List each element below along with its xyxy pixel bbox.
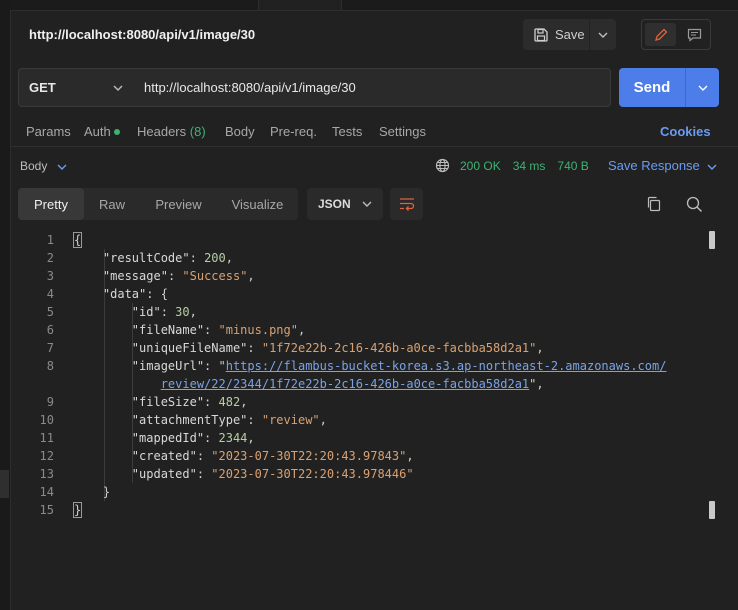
code-line: 5 "id": 30, (46, 305, 197, 319)
chevron-down-icon (707, 164, 717, 170)
tab-auth-label: Auth (84, 124, 111, 139)
wrap-lines-icon (399, 198, 414, 211)
code-line: 13 "updated": "2023-07-30T22:20:43.97844… (39, 467, 414, 481)
save-options-dropdown[interactable] (590, 32, 616, 38)
response-status: 200 OK 34 ms 740 B (435, 158, 589, 173)
code-line: 8 "imageUrl": "https://flambus-bucket-ko… (46, 359, 667, 373)
tab-visualize[interactable]: Visualize (217, 188, 298, 220)
edit-mode-button[interactable] (645, 23, 676, 46)
chevron-down-icon (698, 85, 707, 91)
auth-status-dot (113, 129, 120, 135)
code-line: 10 "attachmentType": "review", (39, 413, 327, 427)
globe-icon[interactable] (435, 158, 450, 173)
code-line: review/22/2344/1f72e22b-2c16-426b-a0ce-f… (160, 377, 544, 391)
comment-icon (687, 28, 702, 42)
tab-pretty[interactable]: Pretty (18, 188, 84, 220)
tab-settings[interactable]: Settings (379, 124, 426, 139)
request-tabs: Params Auth Headers (8) Body Pre-req. Te… (26, 124, 738, 140)
save-button[interactable]: Save (523, 19, 616, 50)
send-button[interactable]: Send (619, 68, 719, 107)
image-url-link[interactable]: https://flambus-bucket-korea.s3.ap-north… (226, 359, 667, 373)
code-line: 15} (39, 502, 83, 518)
method-value: GET (29, 80, 56, 95)
response-body-code[interactable]: 1{ 2 "resultCode": 200, 3 "message": "Su… (18, 231, 708, 519)
tab-prereq[interactable]: Pre-req. (270, 124, 317, 139)
active-tab[interactable] (258, 0, 342, 10)
chevron-down-icon (362, 201, 372, 207)
mode-toggle-group (641, 19, 711, 50)
format-select[interactable]: JSON (307, 188, 383, 220)
search-icon[interactable] (686, 196, 703, 216)
chevron-down-icon (113, 85, 123, 91)
copy-icon[interactable] (646, 196, 662, 215)
method-select[interactable]: GET (18, 68, 134, 107)
request-title: http://localhost:8080/api/v1/image/30 (29, 27, 256, 42)
code-line: 4 "data": { (46, 287, 168, 301)
code-line: 9 "fileSize": 482, (46, 395, 248, 409)
response-time[interactable]: 34 ms (513, 159, 546, 173)
send-options-dropdown[interactable] (686, 68, 719, 107)
left-sidebar-edge (0, 0, 11, 610)
save-response-button[interactable]: Save Response (608, 158, 717, 173)
code-line: 11 "mappedId": 2344, (39, 431, 255, 445)
tab-auth[interactable]: Auth (84, 124, 120, 139)
tab-tests[interactable]: Tests (332, 124, 362, 139)
response-size[interactable]: 740 B (557, 159, 588, 173)
status-code[interactable]: 200 OK (460, 159, 501, 173)
code-line: 14 } (39, 485, 111, 499)
save-response-label: Save Response (608, 158, 700, 173)
response-body-select[interactable]: Body (20, 159, 67, 173)
floppy-icon (534, 27, 548, 42)
code-line: 1{ (46, 232, 83, 248)
chevron-down-icon (598, 32, 608, 38)
comment-mode-button[interactable] (679, 20, 710, 49)
response-bar: Body 200 OK 34 ms 740 B Save Response (10, 146, 738, 185)
tab-raw[interactable]: Raw (84, 188, 140, 220)
wrap-lines-button[interactable] (390, 188, 423, 220)
tab-params[interactable]: Params (26, 124, 71, 139)
url-input[interactable]: http://localhost:8080/api/v1/image/30 (133, 68, 611, 107)
scrollbar-thumb[interactable] (709, 231, 715, 249)
pencil-icon (654, 28, 667, 41)
response-view-tabs: Pretty Raw Preview Visualize (18, 188, 298, 220)
chevron-down-icon (57, 164, 67, 170)
code-line: 2 "resultCode": 200, (46, 251, 233, 265)
tab-preview[interactable]: Preview (140, 188, 217, 220)
headers-count: (8) (189, 124, 206, 139)
send-label[interactable]: Send (619, 68, 686, 107)
save-label: Save (555, 27, 585, 42)
tab-body[interactable]: Body (225, 124, 255, 139)
tab-headers-label: Headers (137, 124, 187, 139)
tab-strip (10, 0, 738, 11)
save-button-main[interactable]: Save (523, 19, 590, 50)
sidebar-marker (0, 470, 9, 498)
format-value: JSON (318, 197, 351, 211)
code-line: 3 "message": "Success", (46, 269, 255, 283)
image-url-link-continued[interactable]: review/22/2344/1f72e22b-2c16-426b-a0ce-f… (161, 377, 529, 391)
code-line: 6 "fileName": "minus.png", (46, 323, 306, 337)
code-line: 12 "created": "2023-07-30T22:20:43.97843… (39, 449, 414, 463)
response-body-label: Body (20, 159, 48, 173)
tab-headers[interactable]: Headers (8) (137, 124, 206, 139)
cookies-link[interactable]: Cookies (660, 124, 711, 139)
code-line: 7 "uniqueFileName": "1f72e22b-2c16-426b-… (46, 341, 544, 355)
scrollbar-marker[interactable] (709, 501, 715, 519)
